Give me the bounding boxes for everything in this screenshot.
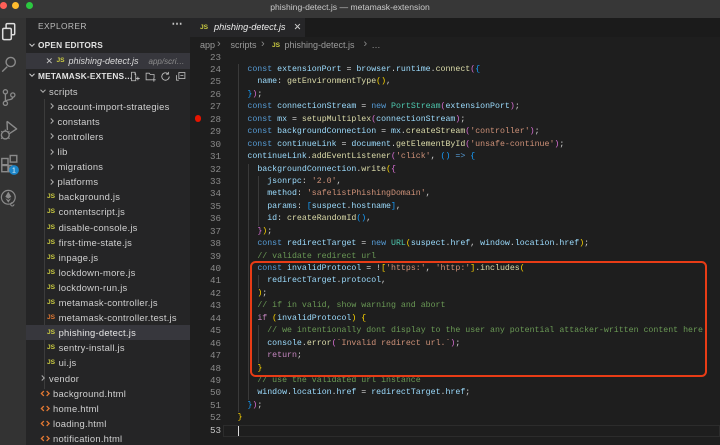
svg-text:1: 1 bbox=[12, 168, 16, 175]
